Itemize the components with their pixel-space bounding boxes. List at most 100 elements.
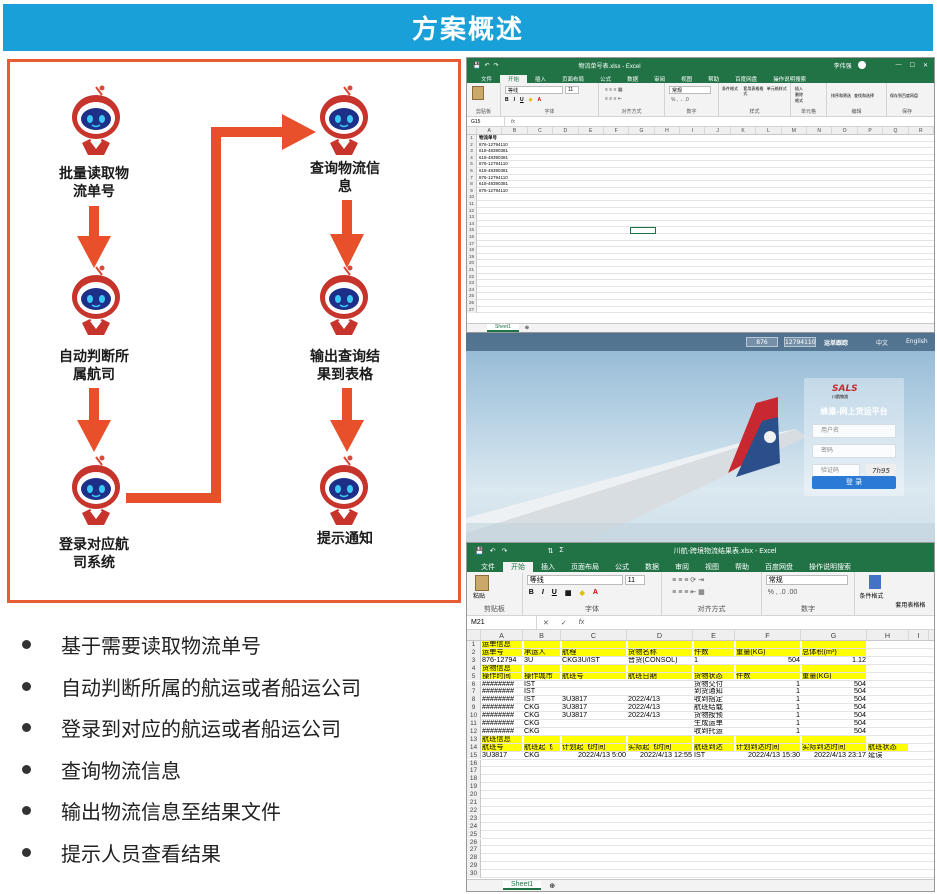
font-color-icon[interactable]: A [538,97,542,103]
table-cell[interactable] [736,641,800,648]
table-cell[interactable] [628,735,692,743]
tab-excel2-8[interactable]: 帮助 [727,562,757,572]
table-cell[interactable]: 618-48390381 [479,181,508,188]
row-header[interactable]: 9 [467,187,477,195]
row-header[interactable]: 26 [467,838,481,847]
table-cell[interactable]: 876-12794110 [479,188,508,195]
conditional-format-button[interactable]: 条件格式 [722,86,741,96]
row-header[interactable]: 2 [467,648,481,657]
table-cell[interactable]: 航班信息 [482,735,522,743]
row-header[interactable]: 6 [467,168,477,175]
table-cell[interactable] [562,735,626,743]
tab-excel2-7[interactable]: 视图 [697,562,727,572]
tab-excel2-1[interactable]: 开始 [503,562,533,572]
table-cell[interactable]: 1.12 [802,657,866,664]
tab-excel1-6[interactable]: 审阅 [646,75,673,83]
table-cell[interactable]: IST [694,752,734,759]
fill-color-icon[interactable]: ◆ [529,97,533,103]
table-cell[interactable]: 航班到达 [694,743,734,751]
row-header[interactable]: 30 [467,870,481,878]
table-cell[interactable]: 航班号 [482,743,522,751]
table-cell[interactable]: 1 [694,657,734,664]
row-header[interactable]: 15 [467,751,481,760]
column-header[interactable]: F [735,630,801,640]
save-icon[interactable]: 💾 [475,547,484,555]
excel2-formula-input[interactable] [590,616,934,629]
row-header[interactable]: 26 [467,300,477,307]
row-header[interactable]: 28 [467,854,481,863]
table-cell[interactable]: 物流单号 [479,135,497,142]
table-cell[interactable]: 504 [802,681,866,688]
row-header[interactable]: 16 [467,759,481,768]
table-cell[interactable]: 航班日期 [628,672,692,680]
sum-icon[interactable]: Σ [559,547,563,554]
excel1-name-box[interactable]: G15 [467,117,505,126]
cancel-icon[interactable]: ✕ [537,619,555,627]
table-cell[interactable]: 3U3817 [482,752,522,759]
undo-icon[interactable]: ↶ [490,547,496,555]
add-sheet-icon[interactable]: ⊕ [525,325,529,331]
table-cell[interactable]: CKG3U/IST [562,657,626,664]
sort-filter-button[interactable]: 排序和筛选 [831,93,851,99]
tab-excel1-2[interactable]: 插入 [527,75,554,83]
table-cell[interactable] [802,641,866,648]
column-header[interactable]: A [481,630,523,640]
table-cell[interactable] [628,664,692,672]
table-cell[interactable]: 1 [736,688,800,695]
table-cell[interactable]: IST [524,688,560,695]
row-header[interactable]: 12 [467,727,481,736]
column-header[interactable]: H [655,127,681,134]
row-header[interactable]: 3 [467,656,481,665]
table-cell[interactable]: 2022/4/13 [628,712,692,719]
selected-cell[interactable] [630,227,656,234]
table-cell[interactable] [628,728,692,735]
column-header[interactable]: A [477,127,503,134]
column-header[interactable]: N [807,127,833,134]
table-cell[interactable]: 实际起飞时间 [628,743,692,751]
tab-excel1-4[interactable]: 公式 [592,75,619,83]
row-header[interactable]: 11 [467,201,477,208]
maximize-icon[interactable]: ☐ [910,62,915,69]
table-cell[interactable]: 航班号 [562,672,626,680]
table-cell[interactable] [868,673,908,680]
row-header[interactable]: 12 [467,207,477,215]
table-cell[interactable]: 1 [736,696,800,703]
row-header[interactable]: 13 [467,214,477,221]
table-cell[interactable] [868,712,908,719]
table-cell[interactable]: 总体积(m³) [802,648,866,656]
tab-excel2-0[interactable]: 文件 [473,562,503,572]
column-header[interactable]: R [909,127,934,134]
table-cell[interactable]: 876-12794110 [479,161,508,168]
table-cell[interactable]: 504 [802,704,866,711]
row-header[interactable]: 8 [467,181,477,188]
align-icons-2[interactable]: ≡ ≡ ≡ ⇤ [605,96,664,102]
bold-button[interactable]: B [529,589,534,597]
table-format-button[interactable]: 套用表格格式 [743,86,764,96]
table-cell[interactable]: 504 [736,657,800,664]
font-size-select[interactable]: 11 [565,86,579,94]
underline-button[interactable]: U [520,97,524,103]
row-header[interactable]: 5 [467,161,477,168]
row-header[interactable]: 29 [467,862,481,871]
align-icons[interactable]: ≡ ≡ ≡ ▦ [605,87,664,93]
align-icons[interactable]: ≡ ≡ ≡ ⟳ ⇥ [672,576,761,584]
table-cell[interactable] [868,641,908,648]
table-cell[interactable]: 货物状态 [694,672,734,680]
row-header[interactable]: 18 [467,247,477,254]
column-header[interactable]: G [801,630,867,640]
row-header[interactable]: 17 [467,240,477,248]
table-cell[interactable]: 1 [736,712,800,719]
table-cell[interactable]: 计划到达时间 [736,743,800,751]
tab-excel1-1[interactable]: 开始 [500,75,528,83]
table-cell[interactable] [868,657,908,664]
baidu-save-button[interactable]: 保存到百度网盘 [890,93,927,99]
row-header[interactable]: 7 [467,688,481,697]
find-select-button[interactable]: 查找和选择 [854,93,874,99]
row-header[interactable]: 22 [467,806,481,815]
table-cell[interactable]: IST [524,696,560,703]
table-cell[interactable] [868,696,908,703]
column-header[interactable]: P [858,127,884,134]
table-cell[interactable]: 货物名称 [628,648,692,656]
table-cell[interactable]: 2022/4/13 15:30 [736,752,800,759]
table-cell[interactable]: 航程 [562,648,626,656]
